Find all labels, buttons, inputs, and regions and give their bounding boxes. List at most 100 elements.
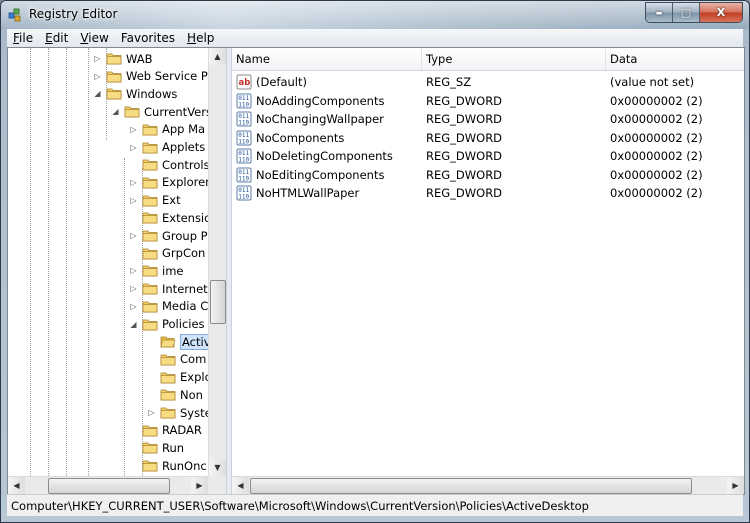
- folder-icon: [160, 389, 176, 401]
- tree-scroll-right-button[interactable]: ▶: [191, 477, 208, 494]
- tree-node-label: Activ: [180, 333, 208, 350]
- tree-node[interactable]: Policies: [142, 316, 205, 333]
- value-type: REG_DWORD: [426, 130, 503, 145]
- folder-icon: [160, 407, 176, 419]
- tree-node[interactable]: Non: [160, 386, 203, 403]
- value-row[interactable]: 011 110 NoComponents REG_DWORD 0x00000002 (2…: [232, 129, 744, 147]
- expand-arrow-icon[interactable]: ▷: [129, 125, 138, 134]
- tree-guide-line: [48, 48, 49, 476]
- expand-arrow-icon[interactable]: ▷: [93, 54, 102, 63]
- tree-scroll-left-button[interactable]: ◀: [8, 477, 25, 494]
- tree-node[interactable]: Explo: [160, 369, 208, 386]
- svg-text:110: 110: [238, 120, 249, 127]
- menu-favorites[interactable]: Favorites: [115, 31, 181, 45]
- tree-node-label: Applets: [162, 140, 206, 154]
- scroll-up-button[interactable]: ▲: [209, 48, 226, 65]
- title-bar[interactable]: Registry Editor ▬ □ X: [1, 1, 749, 29]
- menu-view[interactable]: View: [74, 31, 114, 45]
- expand-arrow-icon[interactable]: ▷: [129, 302, 138, 311]
- menu-file[interactable]: File: [7, 31, 39, 45]
- minimize-button[interactable]: ▬: [646, 3, 673, 22]
- tree-node[interactable]: Applets: [142, 139, 205, 156]
- expand-arrow-icon[interactable]: ▷: [129, 196, 138, 205]
- menu-edit[interactable]: Edit: [39, 31, 74, 45]
- tree-node-label: RunOnc: [162, 458, 207, 473]
- tree-node[interactable]: Explorer: [142, 174, 208, 191]
- tree-node[interactable]: Group P: [142, 227, 208, 244]
- tree-node[interactable]: Activ: [160, 333, 208, 350]
- binary-value-icon: 011110: [236, 167, 252, 182]
- tree-node[interactable]: Run: [142, 439, 184, 456]
- chevron-up-icon: ▲: [214, 52, 221, 61]
- tree-node[interactable]: RADAR: [142, 422, 202, 439]
- tree-node[interactable]: Syste: [160, 404, 208, 421]
- value-row[interactable]: 011 110 NoChangingWallpaper REG_DWORD 0x0000…: [232, 110, 744, 128]
- tree-horizontal-scrollbar[interactable]: ◀ ▶: [8, 476, 208, 494]
- maximize-icon: □: [680, 6, 692, 19]
- list-scroll-right-button[interactable]: ▶: [727, 477, 744, 494]
- value-row[interactable]: 011 110 NoAddingComponents REG_DWORD 0x00000…: [232, 92, 744, 110]
- tree-vertical-scrollbar[interactable]: ▲ ▼: [208, 48, 226, 476]
- value-row[interactable]: 011 110 NoHTMLWallPaper REG_DWORD 0x00000002…: [232, 184, 744, 202]
- list-horizontal-scrollbar[interactable]: ◀ ▶: [232, 476, 744, 494]
- value-row[interactable]: ab (Default) REG_SZ (value not set): [232, 73, 744, 91]
- tree-node[interactable]: Controls: [142, 156, 208, 173]
- folder-icon: [142, 460, 158, 472]
- tree-node-label: Web Service Pro: [126, 69, 208, 84]
- tree-node[interactable]: Windows: [106, 85, 177, 102]
- tree-node[interactable]: Web Service Pro: [106, 68, 208, 85]
- column-header-type[interactable]: Type: [422, 48, 606, 70]
- folder-icon: [106, 89, 122, 100]
- collapse-arrow-icon[interactable]: ◢: [111, 107, 120, 116]
- folder-icon: [142, 301, 158, 313]
- tree-node[interactable]: RunOnc: [142, 457, 207, 474]
- value-data: 0x00000002 (2): [610, 93, 703, 108]
- tree-node[interactable]: Extensio: [142, 209, 208, 226]
- value-type: REG_DWORD: [426, 167, 503, 182]
- registry-editor-icon: [8, 8, 21, 22]
- folder-icon: [160, 336, 176, 348]
- expand-arrow-icon[interactable]: ▷: [129, 284, 138, 293]
- value-name: NoHTMLWallPaper: [256, 186, 360, 200]
- scroll-down-button[interactable]: ▼: [209, 459, 226, 476]
- menu-help[interactable]: Help: [181, 31, 220, 45]
- tree-node-label: RADAR: [162, 423, 202, 438]
- key-tree: WAB ▷ Web Service Pro ▷ Windows ◢ CurrentVersi…: [8, 48, 208, 476]
- expand-arrow-icon[interactable]: ▷: [129, 143, 138, 152]
- tree-node[interactable]: Com: [160, 351, 206, 368]
- tree-node[interactable]: Ext: [142, 192, 181, 209]
- tree-node[interactable]: Media C: [142, 298, 208, 315]
- tree-node[interactable]: Internet: [142, 280, 208, 297]
- value-data: 0x00000002 (2): [610, 149, 703, 163]
- tree-vertical-scroll-thumb[interactable]: [210, 280, 226, 324]
- expand-arrow-icon[interactable]: ▷: [129, 266, 138, 275]
- tree-node[interactable]: WAB: [106, 50, 153, 67]
- value-row[interactable]: 011 110 NoDeletingComponents REG_DWORD 0x000…: [232, 147, 744, 165]
- collapse-arrow-icon[interactable]: ◢: [93, 89, 102, 98]
- tree-node-label: GrpCon: [162, 246, 206, 261]
- list-scroll-left-button[interactable]: ◀: [232, 477, 249, 494]
- tree-horizontal-scroll-thumb[interactable]: [48, 478, 170, 494]
- tree-node-label: ime: [162, 263, 184, 278]
- column-header-data[interactable]: Data: [606, 48, 744, 70]
- chevron-left-icon: ◀: [13, 481, 20, 490]
- column-header-name[interactable]: Name: [232, 48, 422, 70]
- folder-icon: [142, 230, 158, 242]
- tree-node[interactable]: CurrentVersi: [124, 103, 208, 120]
- collapse-arrow-icon[interactable]: ◢: [129, 320, 138, 329]
- tree-node[interactable]: GrpCon: [142, 245, 205, 262]
- tree-guide-line: [124, 158, 125, 476]
- tree-guide-line: [66, 48, 67, 476]
- menu-bar: File Edit View Favorites Help: [7, 29, 743, 48]
- tree-node[interactable]: App Ma: [142, 121, 205, 138]
- svg-text:110: 110: [238, 175, 249, 182]
- maximize-button[interactable]: □: [673, 3, 700, 22]
- expand-arrow-icon[interactable]: ▷: [129, 231, 138, 240]
- list-horizontal-scroll-thumb[interactable]: [250, 478, 692, 494]
- expand-arrow-icon[interactable]: ▷: [147, 408, 156, 417]
- expand-arrow-icon[interactable]: ▷: [93, 72, 102, 81]
- value-row[interactable]: 011 110 NoEditingComponents REG_DWORD 0x0000…: [232, 166, 744, 184]
- expand-arrow-icon[interactable]: ▷: [129, 178, 138, 187]
- tree-node[interactable]: ime: [142, 262, 183, 279]
- close-button[interactable]: X: [700, 3, 742, 22]
